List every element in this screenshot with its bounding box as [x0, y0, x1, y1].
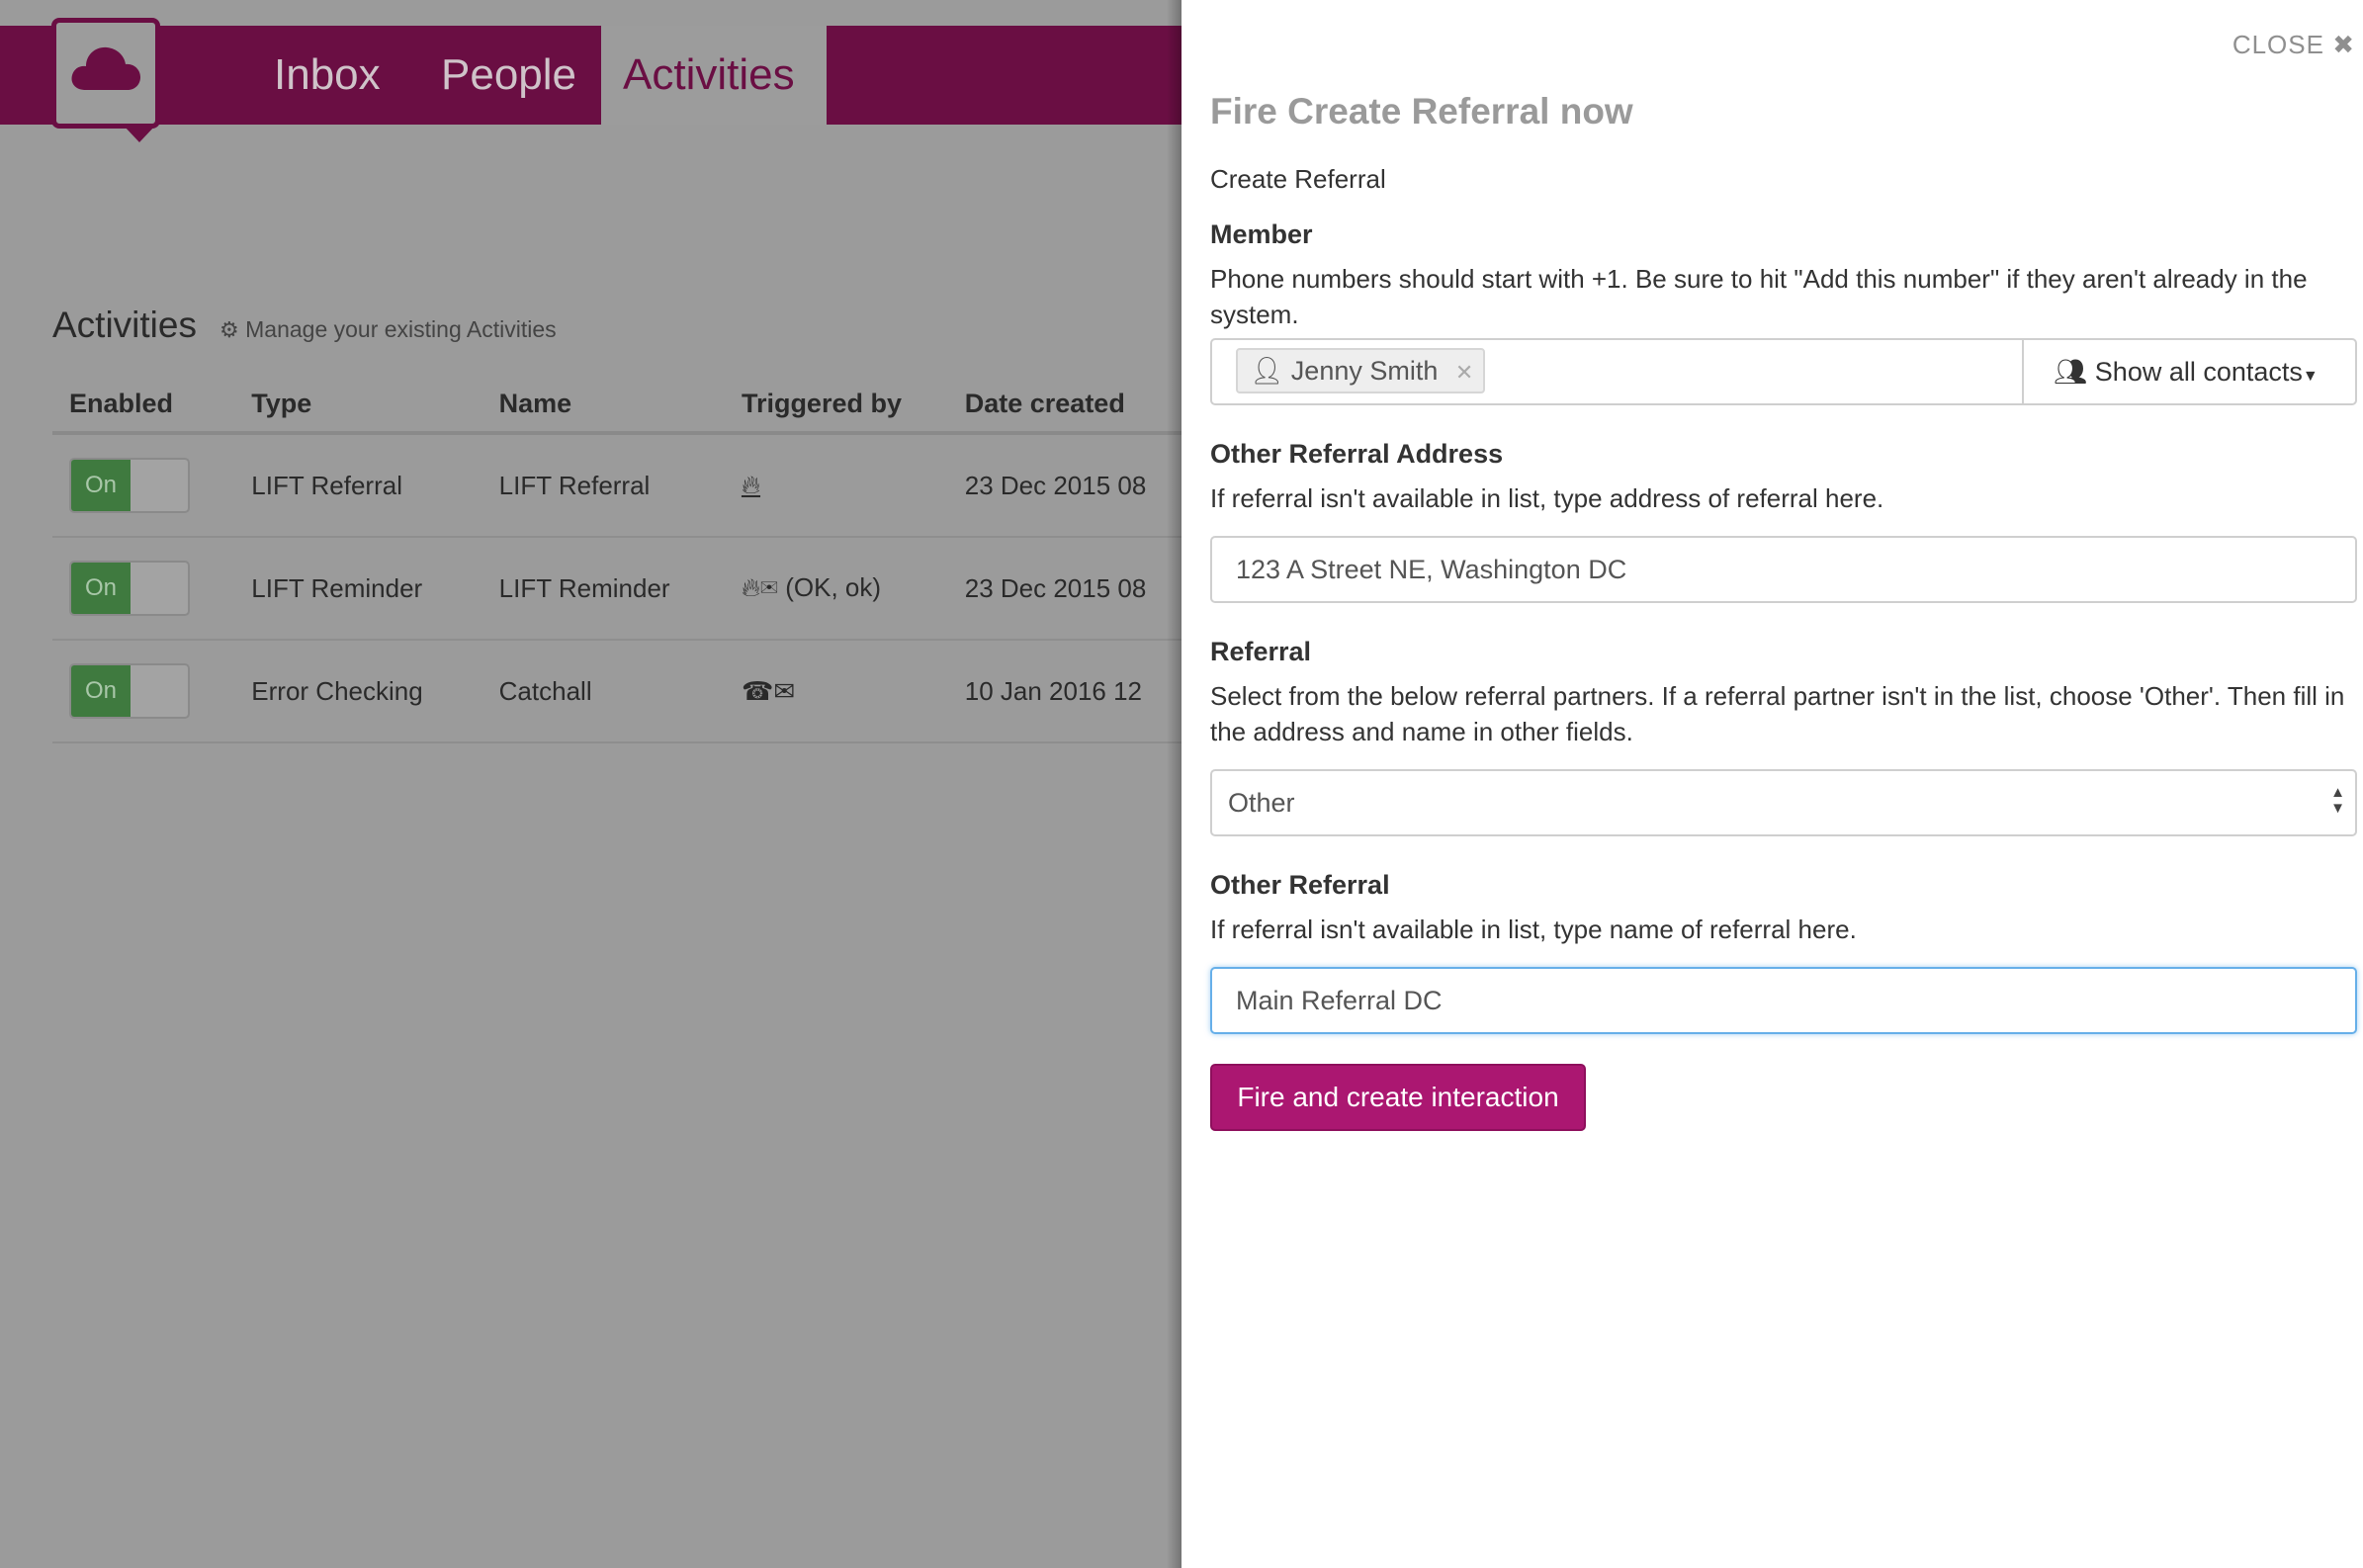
close-label: CLOSE — [2232, 30, 2324, 59]
remove-chip-icon[interactable]: ✕ — [1455, 360, 1473, 385]
type-cell: Error Checking — [234, 640, 482, 743]
col-date-created[interactable]: Date created — [947, 376, 1182, 435]
member-select[interactable]: 👤︎ Jenny Smith ✕ 👥︎ Show all contacts▼ — [1210, 338, 2357, 405]
toggle-on-label: On — [71, 665, 131, 717]
date-cell: 10 Jan 2016 12 — [947, 640, 1182, 743]
col-triggered-by[interactable]: Triggered by — [724, 376, 948, 435]
fire-and-create-button[interactable]: Fire and create interaction — [1210, 1064, 1586, 1131]
phone-icon: ☎︎ — [741, 675, 774, 706]
name-cell: LIFT Reminder — [481, 537, 725, 641]
other-address-help: If referral isn't available in list, typ… — [1210, 483, 1884, 513]
enabled-toggle[interactable]: On — [69, 561, 190, 616]
member-help: Phone numbers should start with +1. Be s… — [1210, 264, 2308, 329]
nav-activities[interactable]: Activities — [601, 26, 827, 125]
users-icon: 👥︎ — [2054, 357, 2088, 387]
date-cell: 23 Dec 2015 08 — [947, 433, 1182, 538]
logo-pointer — [123, 125, 156, 142]
cloud-icon — [71, 46, 140, 90]
col-name[interactable]: Name — [481, 376, 725, 435]
activity-name: Create Referral — [1210, 164, 1386, 194]
page-subtitle: Manage your existing Activities — [245, 316, 557, 342]
col-enabled[interactable]: Enabled — [52, 376, 235, 435]
fire-activity-panel: CLOSE ✖ Fire Create Referral now Create … — [1182, 0, 2363, 1568]
referral-selected: Other — [1228, 788, 1295, 818]
member-chip[interactable]: 👤︎ Jenny Smith ✕ — [1236, 348, 1486, 393]
trigger-text: (OK, ok) — [785, 572, 882, 602]
app-background: Inbox People Activities Activities ⚙ Man… — [0, 0, 1182, 1568]
referral-select[interactable]: Other ▲ ▼ — [1210, 769, 2357, 836]
show-contacts-label: Show all contacts — [2094, 357, 2303, 387]
date-cell: 23 Dec 2015 08 — [947, 537, 1182, 641]
table-row[interactable]: On Error Checking Catchall ☎︎✉︎ 10 Jan 2… — [52, 640, 1182, 743]
caret-down-icon: ▼ — [2302, 368, 2319, 385]
referral-label: Referral — [1210, 637, 1312, 666]
table-row[interactable]: On LIFT Referral LIFT Referral 🔥︎ 23 Dec… — [52, 433, 1182, 538]
other-referral-label: Other Referral — [1210, 870, 1390, 900]
fire-icon: 🔥︎ — [741, 470, 761, 499]
nav-people[interactable]: People — [419, 26, 598, 125]
other-referral-help: If referral isn't available in list, typ… — [1210, 915, 1857, 944]
name-cell: Catchall — [481, 640, 725, 743]
enabled-toggle[interactable]: On — [69, 663, 190, 719]
col-type[interactable]: Type — [234, 376, 482, 435]
toggle-on-label: On — [71, 563, 131, 614]
trigger-cell: ☎︎✉︎ — [724, 640, 948, 743]
fire-icon: 🔥︎ — [741, 572, 761, 602]
enabled-cell: On — [52, 537, 235, 641]
other-referral-input[interactable] — [1210, 967, 2357, 1034]
close-icon: ✖ — [2332, 30, 2355, 59]
type-cell: LIFT Reminder — [234, 537, 482, 641]
enabled-toggle[interactable]: On — [69, 458, 190, 513]
panel-shadow — [1167, 0, 1182, 1568]
show-contacts-button[interactable]: 👥︎ Show all contacts▼ — [2022, 340, 2355, 403]
envelope-icon: ✉︎ — [760, 572, 778, 602]
panel-title: Fire Create Referral now — [1210, 91, 1633, 131]
name-cell: LIFT Referral — [481, 433, 725, 538]
page-title: Activities — [52, 305, 197, 345]
member-name: Jenny Smith — [1290, 356, 1439, 386]
app-logo[interactable] — [51, 18, 160, 129]
table-row[interactable]: On LIFT Reminder LIFT Reminder 🔥︎✉︎ (OK,… — [52, 537, 1182, 641]
page-subtitle-wrap: ⚙ Manage your existing Activities — [219, 316, 557, 343]
referral-help: Select from the below referral partners.… — [1210, 681, 2345, 746]
gears-icon: ⚙ — [219, 317, 239, 342]
other-address-input[interactable] — [1210, 536, 2357, 603]
trigger-cell: 🔥︎✉︎ (OK, ok) — [724, 537, 948, 641]
other-address-label: Other Referral Address — [1210, 439, 1504, 469]
toggle-on-label: On — [71, 460, 131, 511]
activities-table: Enabled Type Name Triggered by Date crea… — [52, 376, 1182, 743]
enabled-cell: On — [52, 433, 235, 538]
envelope-icon: ✉︎ — [773, 675, 796, 706]
user-icon: 👤︎ — [1250, 356, 1284, 386]
enabled-cell: On — [52, 640, 235, 743]
close-button[interactable]: CLOSE ✖ — [2232, 30, 2355, 60]
trigger-cell: 🔥︎ — [724, 433, 948, 538]
nav-inbox[interactable]: Inbox — [252, 26, 402, 125]
member-label: Member — [1210, 219, 1313, 249]
select-arrows-icon: ▲ ▼ — [2330, 784, 2345, 817]
type-cell: LIFT Referral — [234, 433, 482, 538]
table-header-row: Enabled Type Name Triggered by Date crea… — [52, 376, 1182, 435]
